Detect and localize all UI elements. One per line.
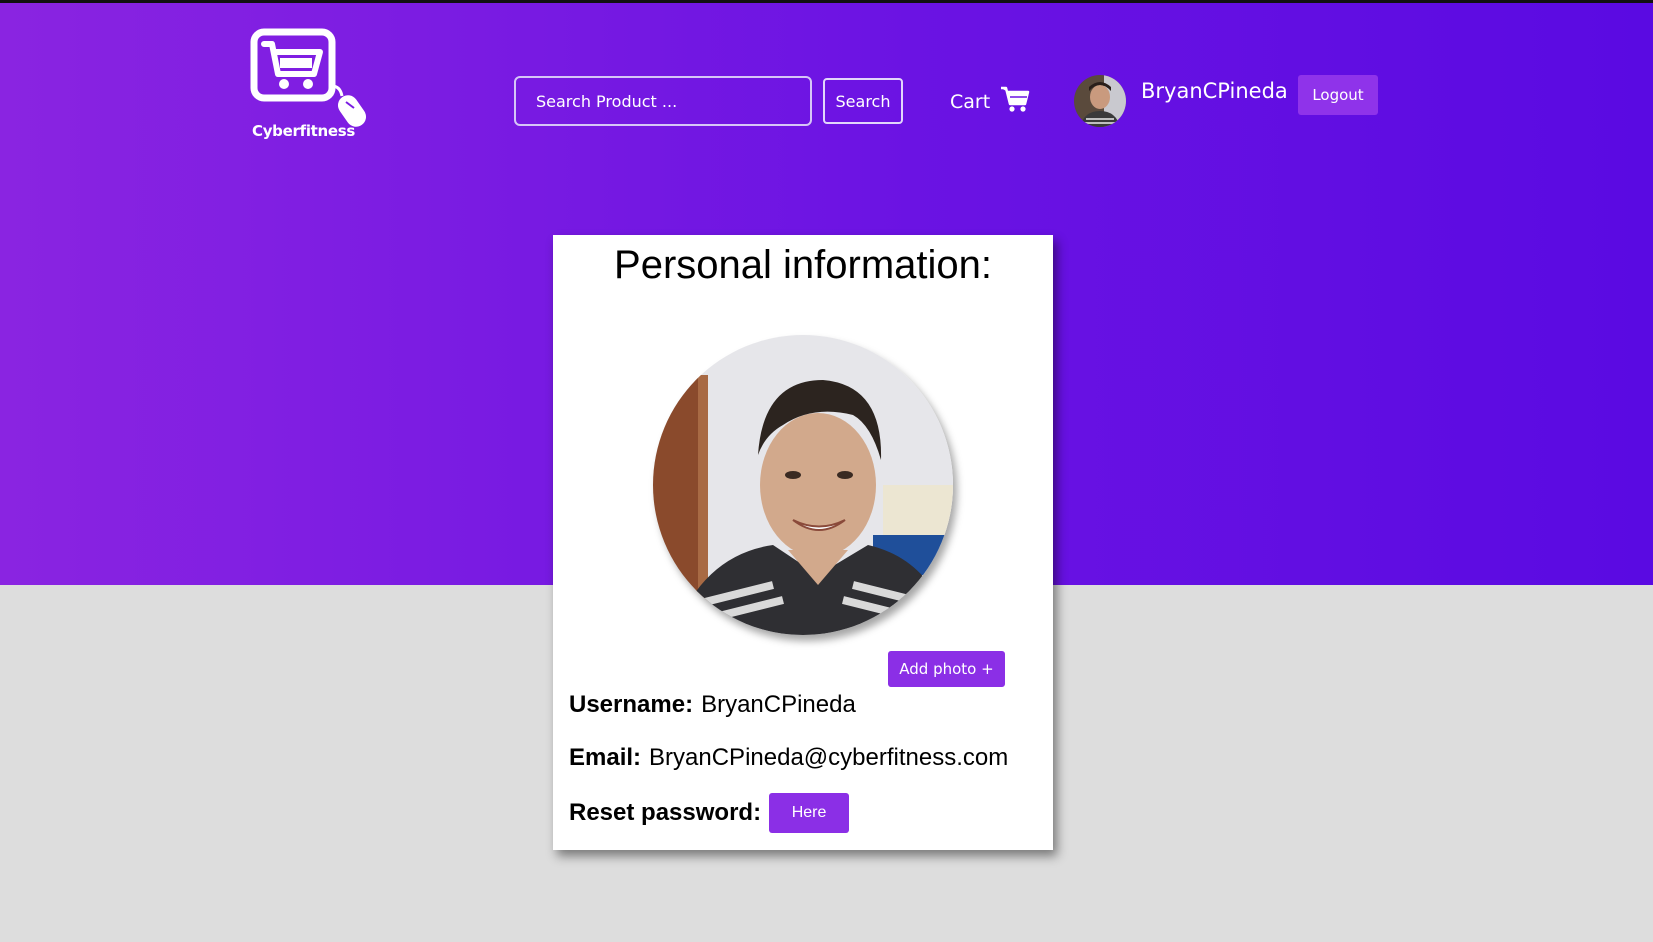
profile-photo — [653, 335, 953, 635]
reset-password-button[interactable]: Here — [769, 793, 850, 833]
page-title: Personal information: — [614, 243, 992, 287]
header-username[interactable]: BryanCPineda — [1141, 79, 1288, 103]
add-photo-button[interactable]: Add photo + — [888, 651, 1005, 687]
brand-name: Cyberfitness — [252, 122, 356, 140]
email-label: Email: — [569, 744, 642, 771]
cart-label: Cart — [950, 91, 991, 113]
personal-info-card: Personal information: Add photo + Userna… — [553, 235, 1053, 850]
shopping-cart-icon — [1001, 86, 1030, 112]
reset-password-row: Reset password: Here — [569, 793, 850, 833]
logout-button[interactable]: Logout — [1298, 75, 1378, 115]
username-value: BryanCPineda — [701, 691, 856, 718]
username-label: Username: — [569, 691, 694, 718]
reset-password-label: Reset password: — [569, 799, 762, 826]
search-button[interactable]: Search — [823, 78, 903, 124]
profile-photo-image — [653, 335, 953, 635]
user-avatar-icon — [1074, 75, 1126, 127]
search-input[interactable] — [514, 76, 812, 126]
email-value: BryanCPineda@cyberfitness.com — [649, 744, 1009, 771]
cart-link[interactable]: Cart — [950, 84, 1030, 114]
username-row: Username: BryanCPineda — [569, 691, 856, 719]
header-avatar[interactable] — [1074, 75, 1126, 127]
email-row: Email: BryanCPineda@cyberfitness.com — [569, 744, 1008, 772]
